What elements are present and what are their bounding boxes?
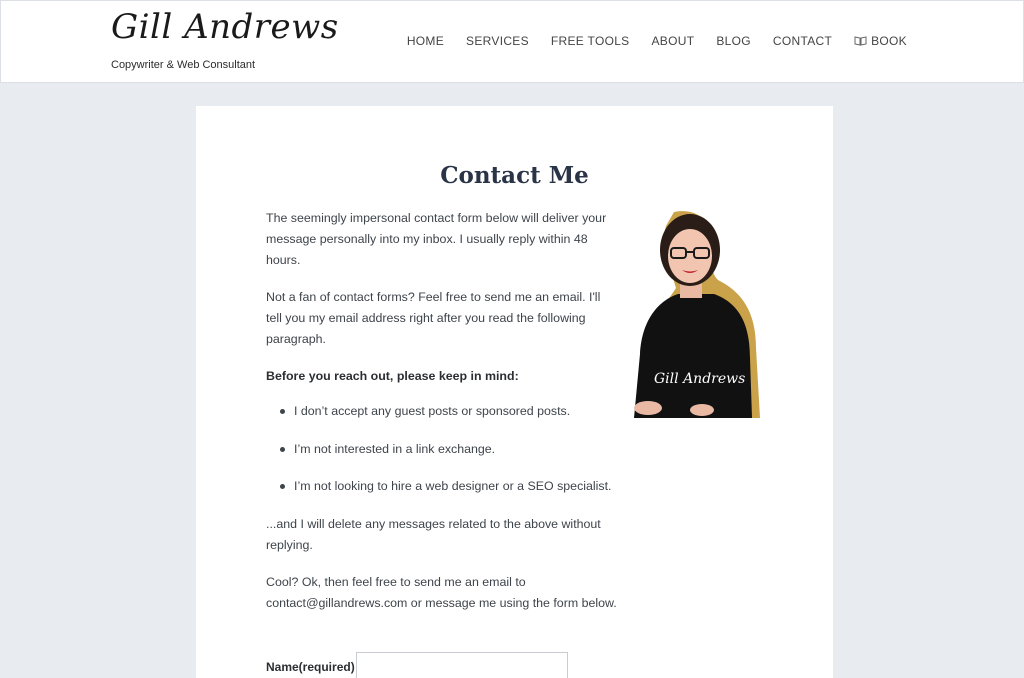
nav-item-blog[interactable]: BLOG: [716, 34, 751, 48]
nav-item-contact[interactable]: CONTACT: [773, 34, 832, 48]
nav-item-book[interactable]: BOOK: [854, 34, 907, 48]
list-item: I’m not interested in a link exchange.: [278, 439, 618, 460]
nav-item-home[interactable]: HOME: [407, 34, 444, 48]
name-label: Name(required): [266, 660, 355, 674]
email-paragraph: Not a fan of contact forms? Feel free to…: [266, 290, 601, 346]
name-input[interactable]: [356, 652, 568, 678]
keep-in-mind-heading: Before you reach out, please keep in min…: [266, 369, 519, 383]
nav-item-about[interactable]: ABOUT: [652, 34, 695, 48]
page-title: Contact Me: [440, 162, 589, 189]
list-item: I don’t accept any guest posts or sponso…: [278, 401, 618, 422]
list-item: I’m not looking to hire a web designer o…: [278, 476, 618, 497]
contact-text: The seemingly impersonal contact form be…: [266, 208, 618, 630]
name-form-row: Name(required): [266, 652, 568, 678]
site-header: Gill Andrews Copywriter & Web Consultant…: [0, 0, 1024, 83]
nav-item-services[interactable]: SERVICES: [466, 34, 529, 48]
rules-list: I don’t accept any guest posts or sponso…: [278, 401, 618, 497]
portrait-signature: Gill Andrews: [654, 371, 746, 387]
delete-notice: ...and I will delete any messages relate…: [266, 516, 601, 552]
email-address-paragraph: Cool? Ok, then feel free to send me an e…: [266, 574, 617, 610]
site-tagline: Copywriter & Web Consultant: [111, 59, 256, 71]
nav-item-free-tools[interactable]: FREE TOOLS: [551, 34, 630, 48]
book-icon: [854, 36, 867, 46]
site-logo[interactable]: Gill Andrews: [111, 7, 339, 47]
intro-paragraph: The seemingly impersonal contact form be…: [266, 211, 607, 267]
nav-item-book-label: BOOK: [871, 34, 907, 48]
main-nav: HOME SERVICES FREE TOOLS ABOUT BLOG CONT…: [407, 34, 907, 48]
content-card: Contact Me The seemingly impersonal cont…: [196, 106, 833, 678]
